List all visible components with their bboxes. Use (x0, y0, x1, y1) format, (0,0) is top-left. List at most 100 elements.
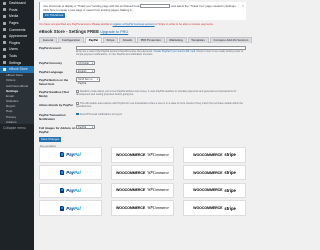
gateway-card-woo-stripe: WOOCOMMERCE stripe (183, 164, 246, 181)
tab-emails[interactable]: Emails (119, 37, 136, 43)
sidebar-item-label: Appearance (9, 34, 28, 39)
language-select[interactable]: English (76, 68, 95, 74)
return-button-row: PayPal Button on the Select Item Send It… (39, 77, 246, 86)
sidebar-item-label: Plugins (9, 40, 21, 45)
paypal-logo: PayPal (66, 152, 80, 157)
sidebar-item-ebook-store[interactable]: eBook Store (0, 65, 34, 73)
woocommerce-logo: WOOCOMMERCE (193, 206, 223, 211)
return-button-select[interactable]: Send Item to PayPal (76, 77, 100, 85)
paypal-logo-icon (60, 170, 65, 176)
woocommerce-logo: WOOCOMMERCE (115, 206, 146, 211)
refund-desc: This will enable auto-capture with PayPa… (76, 102, 243, 109)
sandbox-desc: Sandbox mode allows you to test PayPal w… (76, 89, 237, 97)
gateway-card-woo-stripe: WOOCOMMERCE stripe (183, 147, 246, 163)
media-icon (3, 14, 6, 18)
sidebar-item-appearance[interactable]: Appearance (0, 33, 34, 40)
sidebar-item-settings[interactable]: Settings (0, 59, 34, 66)
paypal-logo: PayPal (66, 170, 80, 175)
sidebar-item-comments[interactable]: Comments (0, 26, 34, 33)
dismiss-icon[interactable]: × (242, 4, 244, 8)
stripe-logo: stripe (224, 187, 236, 193)
refund-label: Allow refunds by PayPal (39, 102, 73, 107)
sidebar-item-label: Dashboard (9, 1, 26, 6)
gateway-card-woo-paypal: WOOCOMMERCE WPCommerce (111, 147, 174, 163)
woocommerce-logo: WOOCOMMERCE (193, 188, 223, 193)
tab-general[interactable]: General (39, 37, 58, 43)
gateway-logos: Free as addons PayPal WOOCOMMERCE WPCommerc… (39, 146, 246, 216)
sidebar-item-label: Comments (9, 27, 26, 32)
sandbox-row: PayPal Sandbox (Test Mode) Sandbox mode … (39, 89, 246, 99)
save-changes-button[interactable]: Save Changes (39, 137, 62, 143)
paypal-logo-icon (60, 205, 65, 211)
fix-ebook-button[interactable]: Fix This Ebook (43, 13, 66, 19)
sidebar-item-label: Pages (9, 21, 19, 26)
gateway-card-paypal: Free as addons PayPal (39, 146, 102, 163)
paypal-settings-form: PayPal Account Enter the e-mail of the P… (39, 45, 246, 143)
stripe-logo: stripe (224, 152, 236, 158)
stripe-logo: stripe (224, 170, 236, 176)
sidebar-item-pages[interactable]: Pages (0, 20, 34, 27)
wpcommerce-logo: WPCommerce (147, 170, 170, 175)
return-button-label: PayPal Button on the Select Item (39, 77, 69, 86)
warning-text-after: or Stripe in order to be able to receive… (155, 23, 214, 27)
tab-configuration[interactable]: Configuration (58, 37, 84, 43)
wrench-icon (3, 54, 6, 58)
sidebar-item-media[interactable]: Media (0, 13, 34, 20)
sidebar-item-dashboard[interactable]: Dashboard (0, 0, 34, 7)
comment-icon (3, 28, 6, 32)
sidebar-item-tools[interactable]: Tools (0, 53, 34, 60)
tab-compare-add-on-vendors[interactable]: Compare Add-On Vendors (209, 37, 253, 43)
sidebar-item-posts[interactable]: Posts (0, 7, 34, 14)
currency-row: PayPal Currency US Dollar (39, 60, 246, 66)
notification-checkbox[interactable] (76, 112, 79, 116)
gateway-card-woo-stripe: WOOCOMMERCE stripe (183, 200, 246, 216)
upgrade-link[interactable]: Upgrade to PRO (100, 30, 128, 34)
sidebar-item-label: Tools (9, 54, 17, 59)
ipn-label: Full images for Addons on PayPal (39, 125, 76, 134)
page-icon (3, 21, 6, 25)
tab-pdf-protection[interactable]: PDF Protection (136, 37, 165, 43)
ipn-row: Full images for Addons on PayPal PayPal (39, 124, 246, 134)
tab-stripe[interactable]: Stripe (102, 37, 119, 43)
sidebar-item-label: Media (9, 14, 19, 19)
sidebar-item-users[interactable]: Users (0, 46, 34, 53)
tab-marketing[interactable]: Marketing (165, 37, 187, 43)
wpcommerce-logo: WPCommerce (147, 206, 170, 211)
create-paypal-link[interactable]: Create PayPal if you need to bill / sell (154, 50, 195, 53)
page-title: eBook Store - Settings FREE Upgrade to P… (39, 29, 246, 34)
language-label: PayPal Language (39, 69, 63, 74)
gateway-card-woo-paypal: WOOCOMMERCE WPCommerce (111, 182, 174, 199)
pin-icon (3, 8, 6, 12)
notification-label: PayPal Transaction Notification (39, 113, 66, 122)
plugin-icon (3, 41, 6, 45)
gateway-card-paypal: PayPal (39, 182, 102, 199)
main-content: Use shortcode to display a "Thank you" l… (34, 0, 253, 250)
paypal-logo-b: Pal (74, 205, 81, 211)
register-paypal-link[interactable]: register a PayPal business account (113, 23, 155, 26)
gateway-card-woo-paypal: WOOCOMMERCE WPCommerce (111, 200, 174, 216)
notification-desc: Send IPN email notifications to buyers (79, 112, 123, 116)
sidebar-item-label: Settings (9, 60, 22, 65)
currency-select[interactable]: US Dollar (76, 60, 95, 66)
sandbox-label: PayPal Sandbox (Test Mode) (39, 90, 69, 99)
currency-label: PayPal Currency (39, 61, 62, 66)
tab-paypal[interactable]: PayPal (84, 37, 102, 43)
settings-tabs: General Configuration PayPal Stripe Emails PD… (39, 37, 253, 43)
paypal-logo-b: Pal (74, 170, 81, 176)
collapse-menu-button[interactable]: Collapse menu (0, 124, 34, 131)
paypal-account-desc: Enter the e-mail of the PayPal account t… (76, 50, 246, 57)
shortcode-notice: Use shortcode to display a "Thank you" l… (39, 2, 246, 21)
paypal-account-row: PayPal Account Enter the e-mail of the P… (39, 45, 246, 57)
shortcode-input[interactable] (140, 4, 171, 9)
paypal-warning: You have not specified any PayPal accoun… (39, 23, 246, 26)
paypal-logo-icon (60, 187, 65, 193)
gateway-card-woo-stripe: WOOCOMMERCE stripe (183, 182, 246, 199)
paypal-account-label: PayPal Account (39, 46, 61, 51)
ipn-select[interactable]: PayPal (76, 124, 95, 130)
paypal-logo-b: Pal (74, 152, 81, 158)
paypal-logo: PayPal (66, 188, 80, 193)
dashboard-icon (3, 1, 6, 5)
sidebar-item-plugins[interactable]: Plugins (0, 40, 34, 47)
paypal-logo-icon (60, 152, 65, 158)
tab-templates[interactable]: Templates (187, 37, 209, 43)
